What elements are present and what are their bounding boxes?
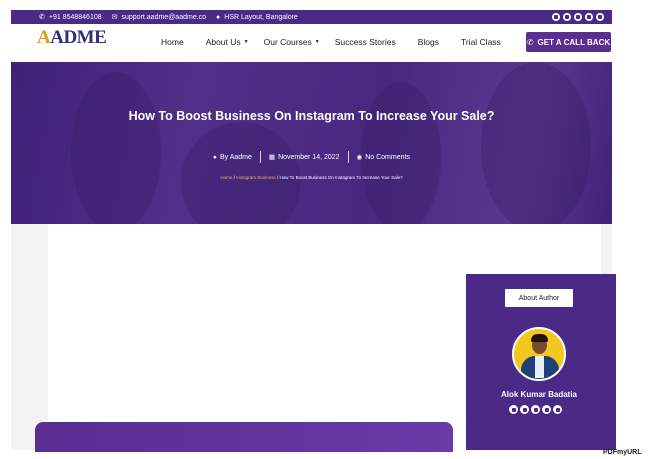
post-date: ▦ November 14, 2022 [261, 153, 348, 162]
pdfmyurl-watermark[interactable]: PDFmyURL [603, 449, 642, 456]
nav-item-trial-class[interactable]: Trial Class [461, 37, 501, 47]
linkedin-icon[interactable] [531, 405, 540, 414]
twitter-icon[interactable] [596, 13, 604, 21]
logo-mark: AADME [37, 27, 107, 48]
twitter-icon[interactable] [542, 405, 551, 414]
author-text: By Aadme [219, 153, 252, 161]
user-icon: ● [213, 153, 217, 161]
nav-item-blogs[interactable]: Blogs [418, 37, 439, 47]
phone-icon: ✆ [526, 37, 534, 47]
social-links [552, 13, 604, 21]
facebook-icon[interactable] [509, 405, 518, 414]
date-text: November 14, 2022 [278, 153, 340, 161]
comment-icon: ◉ [356, 154, 363, 161]
nav-label: Trial Class [460, 37, 501, 47]
linkedin-icon[interactable] [585, 13, 593, 21]
hero-banner: How To Boost Business On Instagram To In… [11, 62, 612, 224]
breadcrumb: Home / Instagram Business / How To Boost… [11, 175, 612, 180]
nav-label: Our Courses [263, 37, 312, 47]
author-sidebar: About Author Alok Kumar Badatia [466, 274, 616, 450]
nav-item-our-courses[interactable]: Our Courses ▼ [264, 37, 320, 47]
instagram-icon[interactable] [563, 13, 571, 21]
email-contact[interactable]: ✉ support.aadme@aadme.co [111, 13, 207, 22]
phone-icon: ✆ [39, 14, 45, 21]
author-avatar [512, 327, 566, 381]
cta-label: GET A CALL BACK [537, 37, 611, 47]
nav-label: Success Stories [334, 37, 396, 47]
hero-overlay [11, 62, 612, 224]
location: ● HSR Layout, Bangalore [216, 14, 298, 21]
site-header: AADME Home About Us ▼ Our Courses ▼ Succ… [11, 24, 612, 62]
post-meta: ● By Aadme ▦ November 14, 2022 ◉ No Comm… [11, 151, 612, 163]
author-name: Alok Kumar Badatia [500, 390, 578, 399]
main-nav: Home About Us ▼ Our Courses ▼ Success St… [161, 37, 501, 47]
author-social-links [509, 405, 562, 414]
facebook-icon[interactable] [552, 13, 560, 21]
youtube-icon[interactable] [553, 405, 562, 414]
instagram-icon[interactable] [520, 405, 529, 414]
content-purple-panel [35, 422, 453, 452]
post-title: How To Boost Business On Instagram To In… [128, 109, 495, 123]
post-comments[interactable]: ◉ No Comments [349, 153, 418, 162]
get-a-call-back-button[interactable]: ✆ GET A CALL BACK [526, 32, 611, 52]
map-pin-icon: ● [216, 13, 221, 21]
nav-item-success-stories[interactable]: Success Stories [335, 37, 396, 47]
post-author[interactable]: ● By Aadme [205, 154, 260, 161]
breadcrumb-current: How To Boost Business On Instagram To In… [279, 175, 403, 180]
nav-item-home[interactable]: Home [161, 37, 184, 47]
nav-label: Blogs [417, 37, 439, 47]
youtube-icon[interactable] [574, 13, 582, 21]
breadcrumb-home[interactable]: Home [220, 175, 232, 180]
nav-label: About Us [205, 37, 241, 47]
chevron-down-icon: ▼ [314, 39, 320, 45]
nav-label: Home [161, 37, 184, 47]
site-logo[interactable]: AADME [37, 28, 113, 58]
phone-number: +91 8548846108 [48, 13, 102, 21]
phone-contact[interactable]: ✆ +91 8548846108 [39, 13, 102, 22]
envelope-icon: ✉ [111, 14, 118, 21]
email-address: support.aadme@aadme.co [121, 13, 207, 21]
nav-item-about-us[interactable]: About Us ▼ [206, 37, 249, 47]
calendar-icon: ▦ [268, 154, 276, 161]
comments-text: No Comments [365, 153, 410, 161]
chevron-down-icon: ▼ [243, 39, 249, 45]
top-info-bar: ✆ +91 8548846108 ✉ support.aadme@aadme.c… [11, 10, 612, 24]
location-text: HSR Layout, Bangalore [224, 13, 298, 21]
breadcrumb-category[interactable]: Instagram Business [236, 175, 276, 180]
about-author-button[interactable]: About Author [505, 289, 573, 307]
